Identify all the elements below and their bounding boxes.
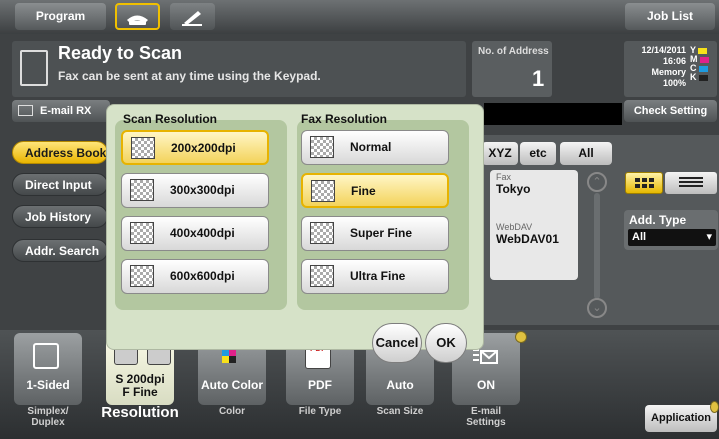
status-subtitle: Fax can be sent at any time using the Ke… [58,69,321,83]
scan-option-200[interactable]: 200x200dpi [121,130,269,165]
fax-option-super-fine[interactable]: Super Fine [301,216,449,251]
fax-mode-button[interactable] [115,3,160,30]
machine-info: 12/14/2011 16:06 Memory 100% [628,45,686,89]
envelope-icon [18,105,33,116]
application-indicator [710,401,719,413]
scan-option-400[interactable]: 400x400dpi [121,216,269,251]
entry-name: WebDAV01 [496,232,559,246]
date-text: 12/14/2011 [641,45,686,55]
scan-mode-button[interactable] [170,3,215,30]
resolution-pattern-icon [310,222,334,244]
resolution-pattern-icon [311,180,335,202]
scroll-up-button[interactable]: ⌃ [587,172,607,192]
status-title: Ready to Scan [58,43,183,63]
list-view-icon [679,177,703,187]
destination-field[interactable] [484,103,622,125]
tab-all[interactable]: All [560,142,612,165]
grid-view-icon [635,178,654,188]
color-value: Auto Color [201,378,263,392]
entry-name: Tokyo [496,182,531,196]
chevron-down-icon: ▾ [706,231,712,243]
fax-handset-icon [127,15,148,25]
sidebar-item-address-book[interactable]: Address Book [12,141,108,164]
memory-value: 100% [662,78,686,88]
color-label: Color [218,406,246,417]
resolution-label: Resolution [101,404,179,421]
tab-etc[interactable]: etc [520,142,556,165]
scan-size-value: Auto [386,378,414,392]
cancel-button[interactable]: Cancel [372,323,422,363]
scan-size-label: Scan Size [376,406,424,417]
list-view-button[interactable] [665,172,717,194]
scan-resolution-title: Scan Resolution [123,112,218,126]
check-setting-button[interactable]: Check Setting [624,100,717,122]
resolution-value: S 200dpi F Fine [115,372,165,399]
fax-option-normal[interactable]: Normal [301,130,449,165]
resolution-pattern-icon [130,179,154,201]
grid-view-button[interactable] [625,172,663,194]
top-bar [0,0,719,34]
resolution-pattern-icon [130,222,154,244]
simplex-duplex-label: Simplex/ Duplex [27,406,69,428]
scroll-down-button[interactable]: ⌄ [587,298,607,318]
application-button[interactable]: Application [645,405,717,432]
scan-option-600[interactable]: 600x600dpi [121,259,269,294]
file-type-label: File Type [298,406,342,417]
simplex-icon [33,343,59,369]
toner-k: K [690,73,709,82]
resolution-pattern-icon [130,265,154,287]
resolution-pattern-icon [131,137,155,159]
address-entry-webdav[interactable]: WebDAV WebDAV01 [490,220,578,280]
add-type-label: Add. Type [629,213,687,227]
fax-option-ultra-fine[interactable]: Ultra Fine [301,259,449,294]
scan-option-300[interactable]: 300x300dpi [121,173,269,208]
address-count: 1 [532,66,545,91]
time-text: 16:06 [662,56,686,66]
sidebar-item-direct-input[interactable]: Direct Input [12,173,108,196]
email-settings-label: E-mail Settings [466,406,506,428]
sidebar-item-job-history[interactable]: Job History [12,205,108,228]
ok-button[interactable]: OK [425,323,467,363]
job-list-button[interactable]: Job List [625,3,715,30]
sidebar-item-addr-search[interactable]: Addr. Search [12,239,108,262]
fax-resolution-title: Fax Resolution [301,112,388,126]
file-type-value: PDF [308,378,332,392]
scrollbar-track[interactable] [594,193,600,299]
entry-kind: WebDAV [496,222,533,232]
fax-option-fine[interactable]: Fine [301,173,449,208]
add-type-select[interactable]: All ▾ [628,229,716,246]
resolution-pattern-icon [310,136,334,158]
tab-xyz[interactable]: XYZ [482,142,518,165]
entry-kind: Fax [496,172,512,182]
document-icon [20,50,48,86]
address-count-label: No. of Address [478,46,549,57]
resolution-pattern-icon [310,265,334,287]
scan-pen-icon [182,11,202,26]
program-button[interactable]: Program [15,3,106,30]
memory-label: Memory [651,67,686,77]
simplex-duplex-value: 1-Sided [26,378,70,392]
email-settings-value: ON [477,378,495,392]
toner-levels: Y M C K [690,46,709,82]
email-settings-indicator [515,331,527,343]
